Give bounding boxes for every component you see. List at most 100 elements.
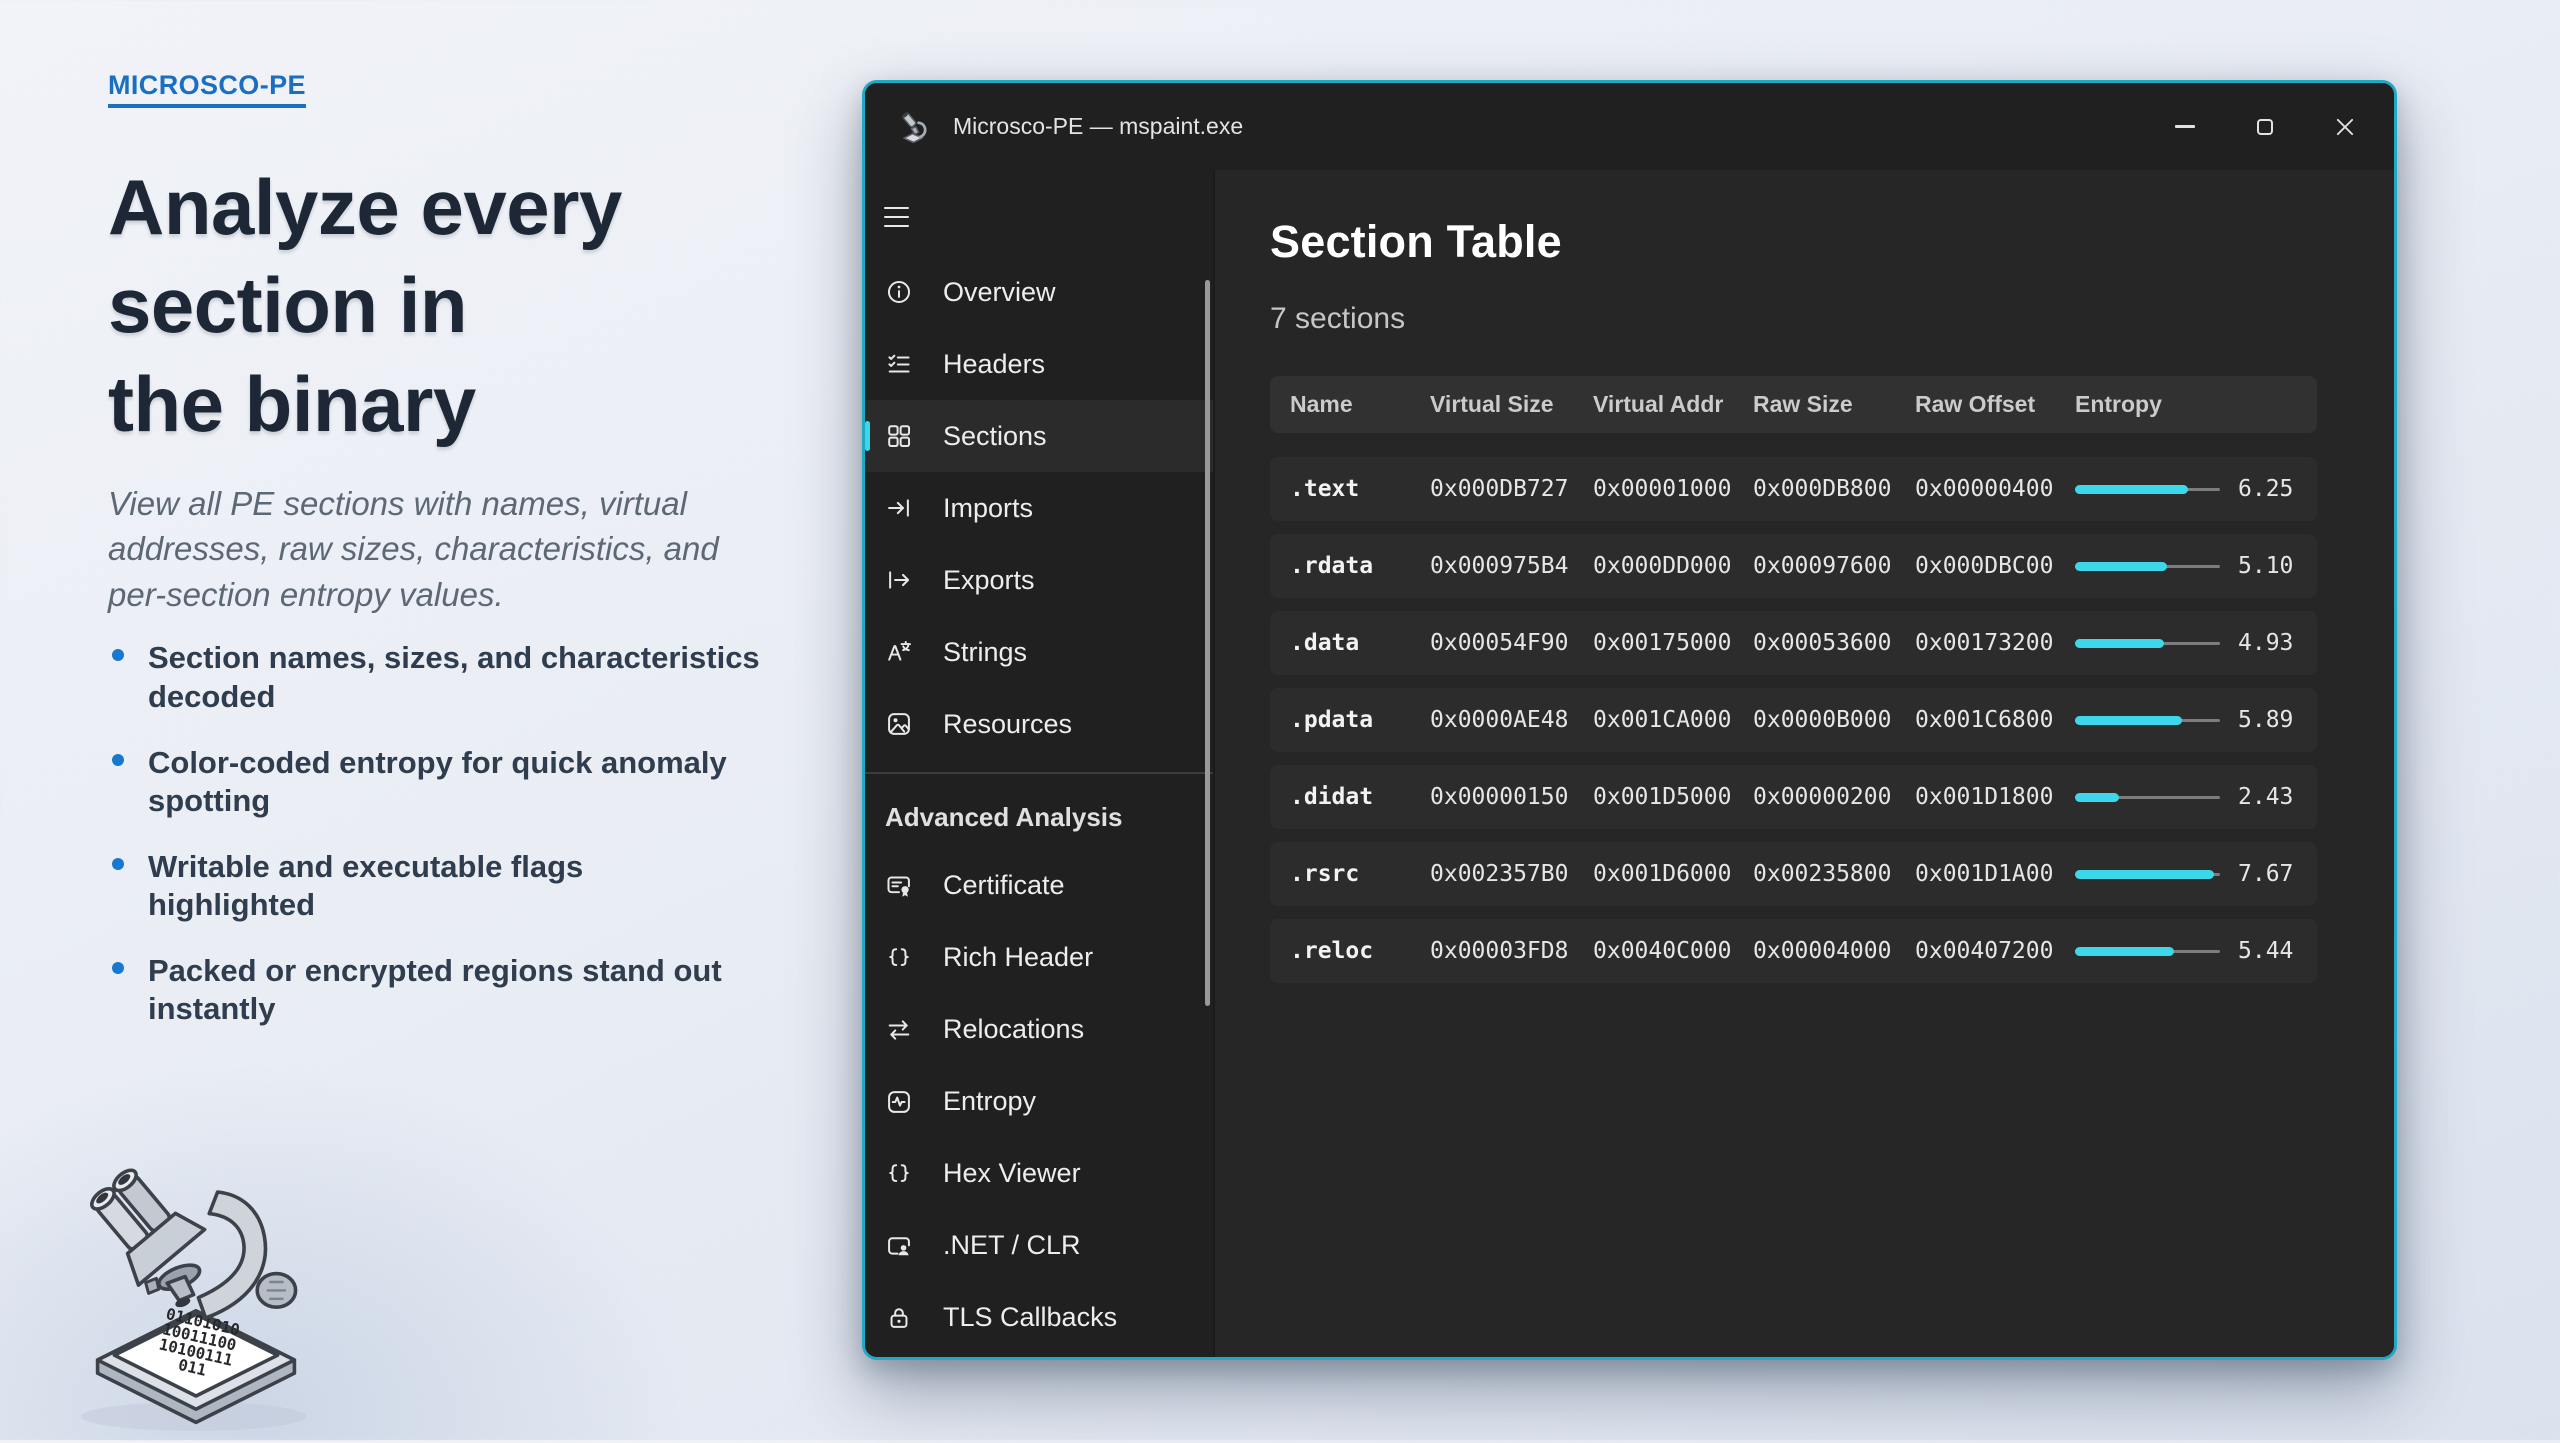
feature-line-2: highlighted xyxy=(148,886,583,924)
cell-raw-size: 0x00235800 xyxy=(1753,861,1915,887)
sidebar-item-resources[interactable]: Resources xyxy=(865,688,1213,760)
sidebar-item-relocations[interactable]: Relocations xyxy=(865,994,1213,1066)
sidebar-item-strings[interactable]: Strings xyxy=(865,616,1213,688)
navigation-menu-button[interactable] xyxy=(884,200,926,234)
sidebar-item-net-clr[interactable]: .NET / CLR xyxy=(865,1210,1213,1282)
sidebar-item-label: Hex Viewer xyxy=(943,1158,1081,1189)
table-row: .rdata 0x000975B4 0x000DD000 0x00097600 … xyxy=(1270,534,2317,598)
sidebar-scrollbar[interactable] xyxy=(1205,280,1210,1006)
column-header-name: Name xyxy=(1290,391,1430,418)
hamburger-icon xyxy=(884,207,909,210)
cell-raw-size: 0x00000200 xyxy=(1753,784,1915,810)
sidebar-item-headers[interactable]: Headers xyxy=(865,328,1213,400)
cell-name: .data xyxy=(1290,630,1430,656)
sidebar-item-label: TLS Callbacks xyxy=(943,1302,1117,1333)
cell-raw-offset: 0x001C6800 xyxy=(1915,707,2075,733)
cell-name: .rsrc xyxy=(1290,861,1430,887)
table-row: .data 0x00054F90 0x00175000 0x00053600 0… xyxy=(1270,611,2317,675)
cell-raw-size: 0x0000B000 xyxy=(1753,707,1915,733)
cell-name: .didat xyxy=(1290,784,1430,810)
cell-raw-size: 0x00053600 xyxy=(1753,630,1915,656)
sidebar-item-sections[interactable]: Sections xyxy=(865,400,1213,472)
hero-subtitle: View all PE sections with names, virtual… xyxy=(108,481,723,618)
window-controls xyxy=(2145,97,2394,157)
sidebar-item-exports[interactable]: Exports xyxy=(865,544,1213,616)
microscope-illustration: 01101010 10011100 10100111 011 xyxy=(62,1138,342,1438)
headline-line: section in xyxy=(108,256,788,354)
feature-line-2: spotting xyxy=(148,782,727,820)
sidebar-item-label: Strings xyxy=(943,637,1027,668)
cell-raw-offset: 0x00407200 xyxy=(1915,938,2075,964)
cell-entropy: 4.93 xyxy=(2075,630,2293,656)
feature-line-2: instantly xyxy=(148,990,722,1028)
feature-line-1: Color-coded entropy for quick anomaly xyxy=(148,744,727,782)
bullet-icon xyxy=(112,962,124,974)
grid-icon xyxy=(885,422,913,450)
maximize-button[interactable] xyxy=(2225,97,2305,157)
sidebar-item-hex-viewer[interactable]: Hex Viewer xyxy=(865,1138,1213,1210)
sidebar-item-tls-callbacks[interactable]: TLS Callbacks xyxy=(865,1282,1213,1354)
pulse-icon xyxy=(885,1088,913,1116)
cell-entropy: 7.67 xyxy=(2075,861,2293,887)
cell-virtual-size: 0x0000AE48 xyxy=(1430,707,1593,733)
maximize-icon xyxy=(2257,119,2273,135)
cell-entropy: 2.43 xyxy=(2075,784,2293,810)
sidebar-item-imports[interactable]: Imports xyxy=(865,472,1213,544)
entropy-bar-fill xyxy=(2075,947,2174,956)
window-titlebar[interactable]: Microsco-PE — mspaint.exe xyxy=(865,83,2394,170)
entropy-bar-fill xyxy=(2075,870,2214,879)
bullet-icon xyxy=(112,649,124,661)
minimize-icon xyxy=(2175,125,2195,127)
entropy-value: 5.89 xyxy=(2238,707,2293,733)
cell-virtual-addr: 0x00001000 xyxy=(1593,476,1753,502)
sidebar-nav-advanced: Certificate Rich Header Relocations Entr… xyxy=(865,850,1213,1354)
entropy-value: 4.93 xyxy=(2238,630,2293,656)
cell-virtual-size: 0x000DB727 xyxy=(1430,476,1593,502)
sidebar-item-label: Certificate xyxy=(943,870,1065,901)
translate-icon xyxy=(885,638,913,666)
arrow-export-icon xyxy=(885,566,913,594)
sidebar: Overview Headers Sections Imports Export… xyxy=(865,170,1213,1357)
lock-icon xyxy=(885,1304,913,1332)
sidebar-item-entropy[interactable]: Entropy xyxy=(865,1066,1213,1138)
app-icon-microscope xyxy=(897,110,931,144)
column-header-raw-size: Raw Size xyxy=(1753,391,1915,418)
entropy-bar xyxy=(2075,792,2220,802)
entropy-value: 6.25 xyxy=(2238,476,2293,502)
cell-name: .text xyxy=(1290,476,1430,502)
checklist-icon xyxy=(885,350,913,378)
close-button[interactable] xyxy=(2305,97,2385,157)
entropy-bar-fill xyxy=(2075,485,2188,494)
sidebar-item-certificate[interactable]: Certificate xyxy=(865,850,1213,922)
feature-line-1: Packed or encrypted regions stand out xyxy=(148,952,722,990)
cell-virtual-addr: 0x001D5000 xyxy=(1593,784,1753,810)
feature-item: Color-coded entropy for quick anomalyspo… xyxy=(108,744,768,820)
bullet-icon xyxy=(112,858,124,870)
entropy-value: 7.67 xyxy=(2238,861,2293,887)
sidebar-item-label: Relocations xyxy=(943,1014,1084,1045)
table-row: .reloc 0x00003FD8 0x0040C000 0x00004000 … xyxy=(1270,919,2317,983)
braces-icon xyxy=(885,1160,913,1188)
cell-name: .reloc xyxy=(1290,938,1430,964)
sidebar-section-label: Advanced Analysis xyxy=(865,786,1213,850)
table-row: .rsrc 0x002357B0 0x001D6000 0x00235800 0… xyxy=(1270,842,2317,906)
window-title: Microsco-PE — mspaint.exe xyxy=(953,113,1243,140)
section-table: Name Virtual Size Virtual Addr Raw Size … xyxy=(1270,376,2317,983)
feature-item: Section names, sizes, and characteristic… xyxy=(108,639,768,715)
minimize-button[interactable] xyxy=(2145,97,2225,157)
cell-raw-size: 0x00004000 xyxy=(1753,938,1915,964)
swap-arrows-icon xyxy=(885,1016,913,1044)
brand-link[interactable]: MICROSCO-PE xyxy=(108,70,306,108)
table-row: .text 0x000DB727 0x00001000 0x000DB800 0… xyxy=(1270,457,2317,521)
sidebar-item-rich-header[interactable]: Rich Header xyxy=(865,922,1213,994)
close-icon xyxy=(2334,116,2356,138)
entropy-value: 5.10 xyxy=(2238,553,2293,579)
braces-icon xyxy=(885,944,913,972)
sidebar-item-overview[interactable]: Overview xyxy=(865,256,1213,328)
cell-raw-size: 0x000DB800 xyxy=(1753,476,1915,502)
cell-virtual-size: 0x002357B0 xyxy=(1430,861,1593,887)
sidebar-item-label: Imports xyxy=(943,493,1033,524)
cell-raw-offset: 0x00000400 xyxy=(1915,476,2075,502)
cell-entropy: 5.89 xyxy=(2075,707,2293,733)
page-title: Section Table xyxy=(1270,216,2394,268)
